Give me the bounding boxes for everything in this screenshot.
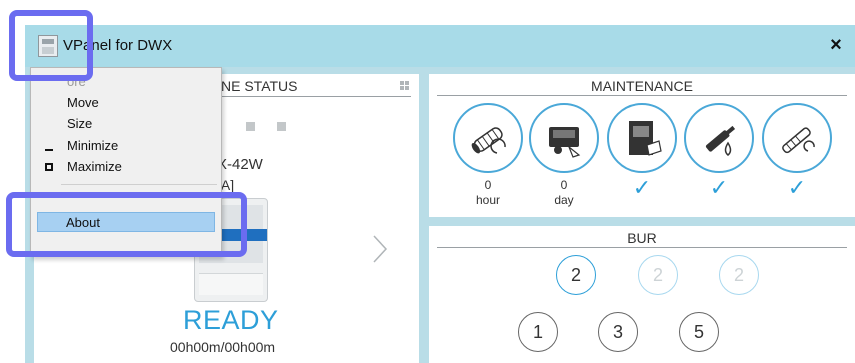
oil-icon[interactable] — [684, 103, 754, 173]
bur-panel: BUR — [429, 226, 855, 363]
menu-separator — [61, 184, 217, 185]
bur-slot[interactable]: 1 — [518, 312, 558, 352]
spindle-icon[interactable] — [453, 103, 523, 173]
menu-item-label: Minimize — [67, 138, 119, 153]
bur-slot[interactable]: 2 — [556, 255, 596, 295]
bur-slot[interactable]: 2 — [719, 255, 759, 295]
grid-view-icon[interactable] — [400, 81, 409, 90]
maintenance-value: 0 — [560, 178, 568, 192]
machine-model: X-42W — [217, 156, 263, 173]
maintenance-value: 0 — [484, 178, 492, 192]
menu-item-move[interactable]: Move — [33, 93, 219, 113]
check-icon: ✓ — [787, 175, 807, 200]
bur-title: BUR — [437, 230, 847, 248]
minimize-icon — [45, 149, 53, 151]
machine-status-title: NE STATUS — [221, 78, 298, 94]
maintenance-unit: hour — [475, 193, 501, 207]
check-icon: ✓ — [709, 175, 729, 200]
highlight-box — [9, 10, 93, 81]
title-bar[interactable]: VPanel for DWX × — [25, 25, 855, 67]
machine-cleaning-icon[interactable] — [529, 103, 599, 173]
menu-item-size[interactable]: Size — [33, 114, 219, 134]
door-cleaning-icon[interactable] — [607, 103, 677, 173]
maximize-icon — [45, 163, 53, 171]
machine-state: READY — [183, 305, 279, 335]
menu-item-label: Maximize — [67, 159, 122, 174]
air-hose-icon[interactable] — [762, 103, 832, 173]
status-indicator — [246, 122, 255, 131]
maintenance-unit: day — [554, 193, 574, 207]
bur-slot[interactable]: 2 — [638, 255, 678, 295]
maintenance-title: MAINTENANCE — [437, 78, 847, 96]
bur-slot[interactable]: 3 — [598, 312, 638, 352]
menu-item-label: Move — [67, 95, 99, 110]
menu-item-label: Size — [67, 116, 93, 131]
close-button[interactable]: × — [823, 31, 849, 59]
chevron-right-icon[interactable] — [372, 234, 388, 264]
status-indicator — [277, 122, 286, 131]
menu-item-maximize[interactable]: Maximize — [33, 157, 219, 177]
highlight-box — [6, 192, 247, 257]
check-icon: ✓ — [632, 175, 652, 200]
bur-slot[interactable]: 5 — [679, 312, 719, 352]
job-time: 00h00m/00h00m — [170, 339, 276, 355]
menu-item-minimize[interactable]: Minimize — [33, 136, 219, 156]
